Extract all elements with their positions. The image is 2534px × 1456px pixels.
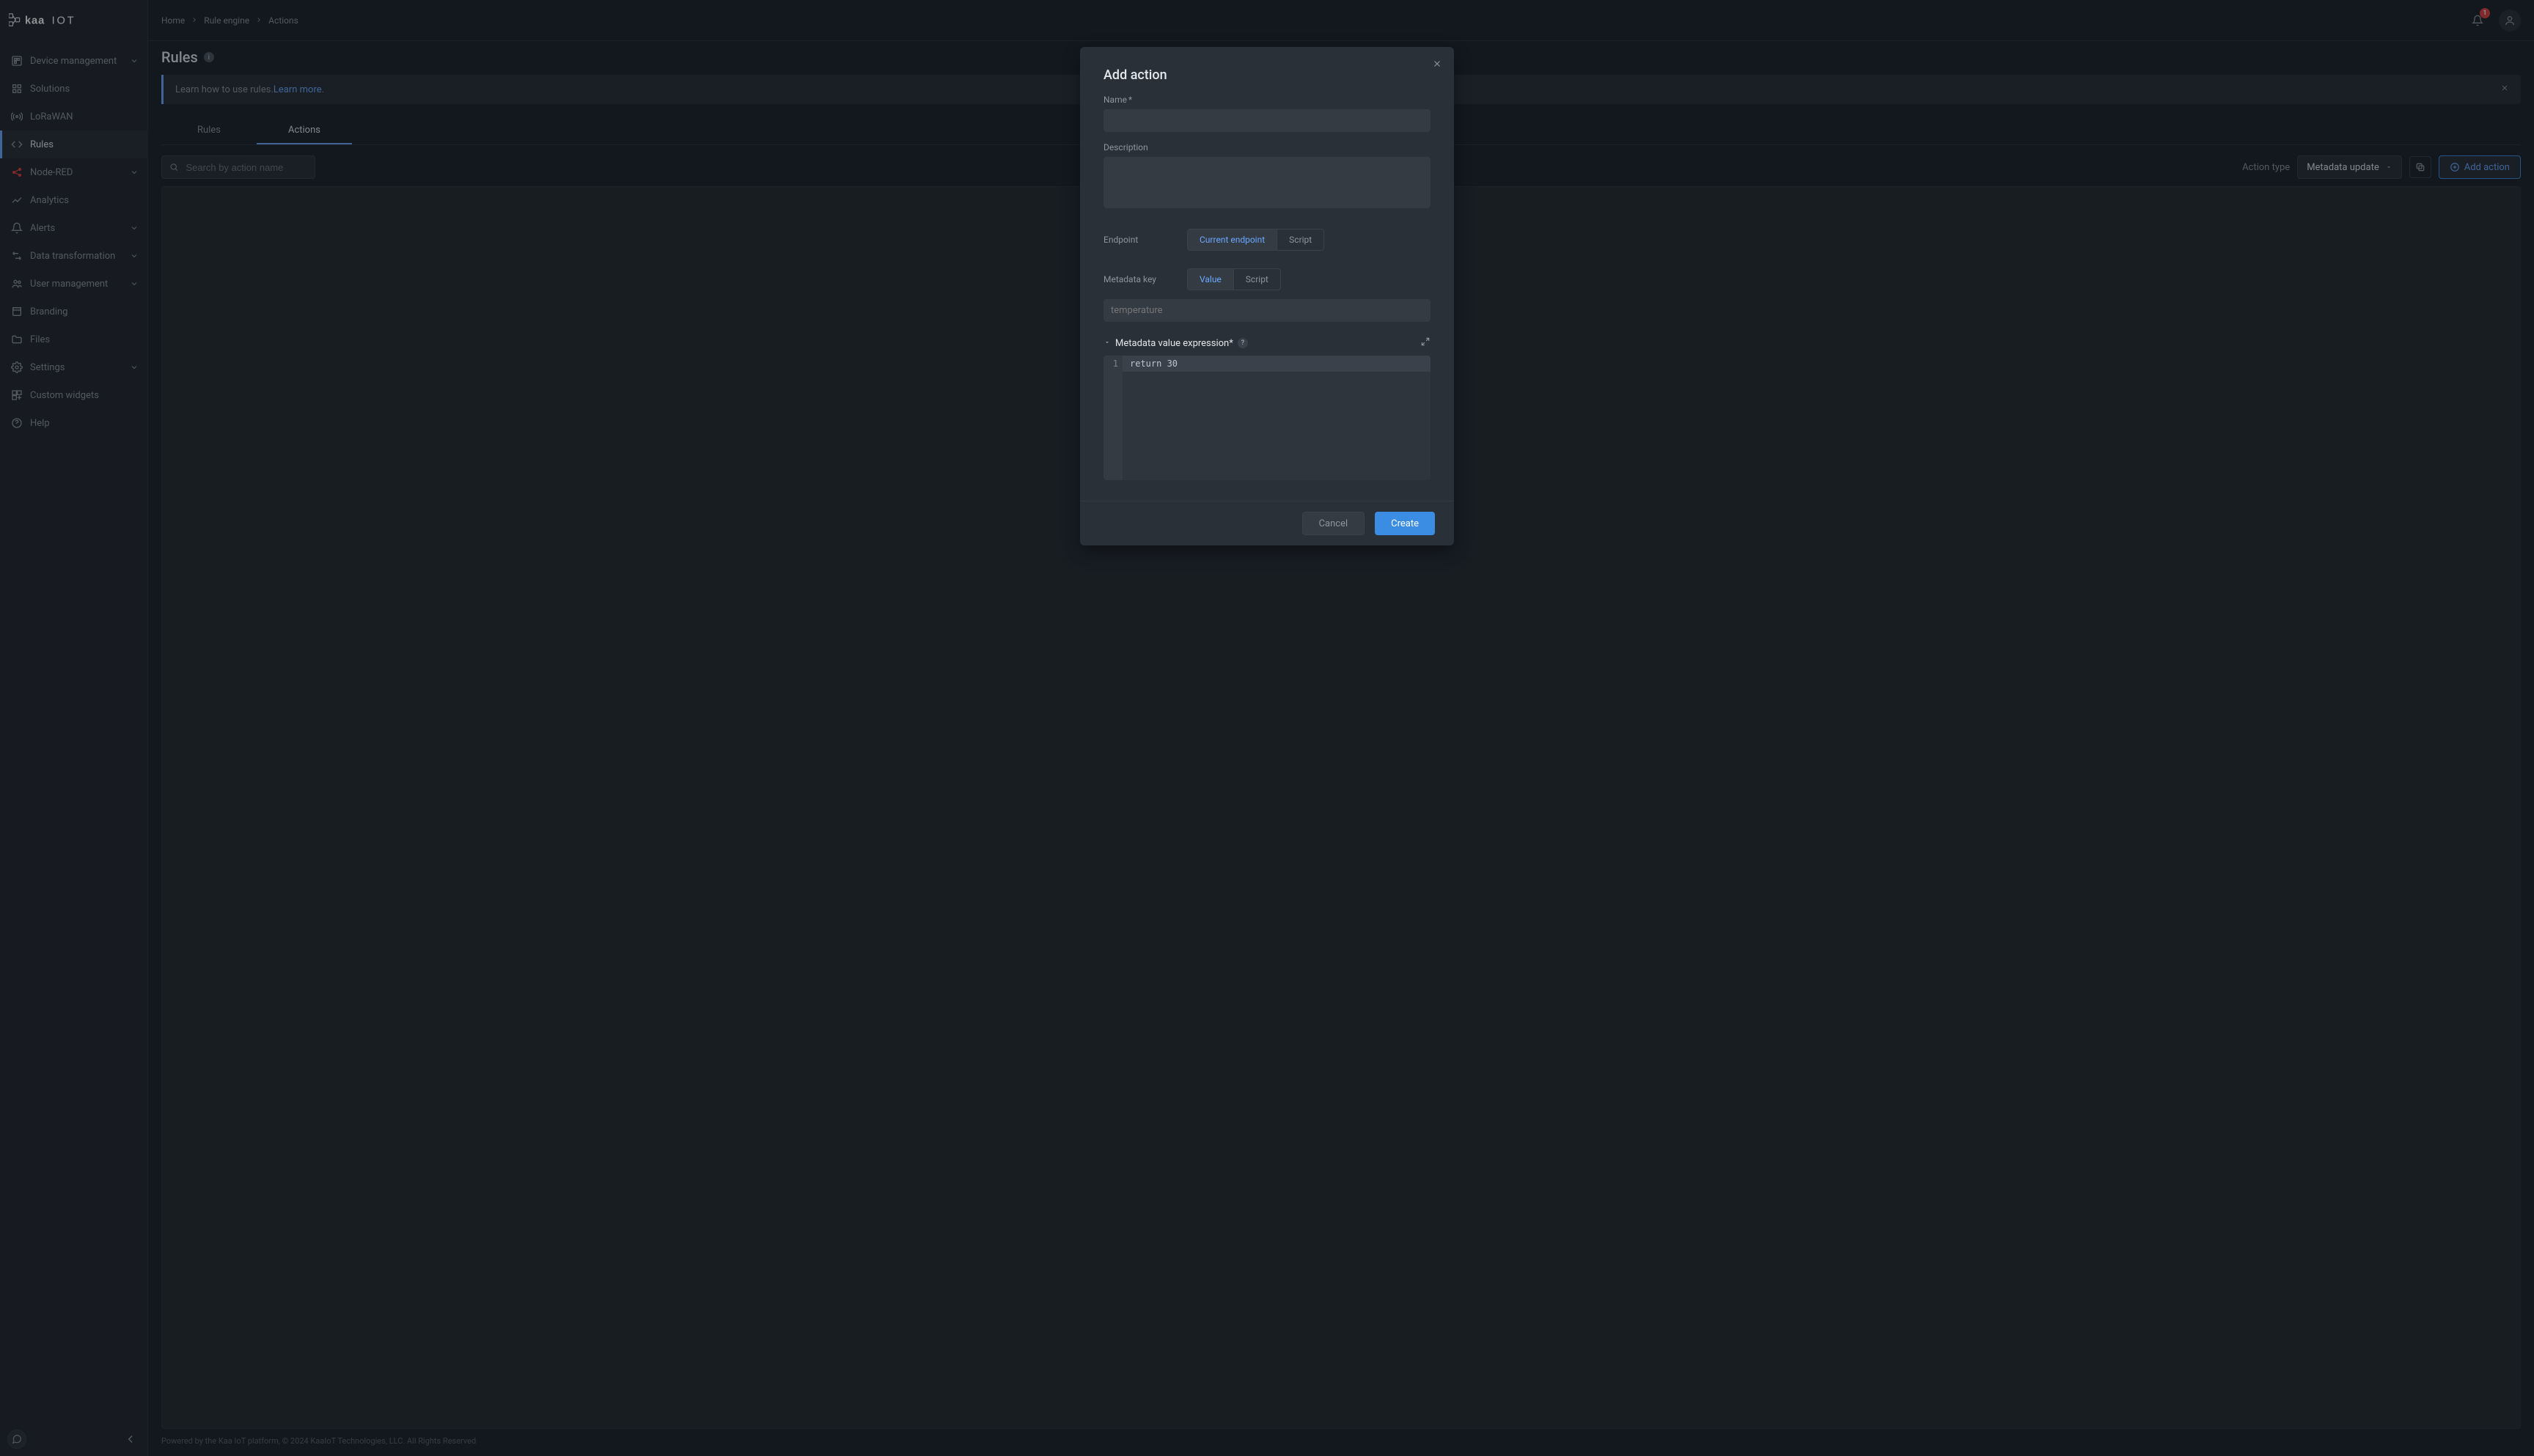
create-button[interactable]: Create <box>1375 512 1435 535</box>
metadata-key-option[interactable]: Value <box>1188 269 1233 290</box>
modal-overlay[interactable]: Add action Name* Description Endpoint Cu… <box>0 0 2534 1456</box>
add-action-modal: Add action Name* Description Endpoint Cu… <box>1080 47 1454 545</box>
caret-down-icon[interactable] <box>1103 338 1111 349</box>
metadata-key-label: Metadata key <box>1103 274 1169 284</box>
expression-label: Metadata value expression* <box>1115 338 1233 349</box>
modal-title: Add action <box>1103 67 1431 83</box>
help-icon[interactable]: ? <box>1238 338 1248 348</box>
code-gutter-line: 1 <box>1103 359 1118 369</box>
metadata-key-input[interactable] <box>1103 299 1431 322</box>
endpoint-segment: Current endpointScript <box>1187 229 1324 251</box>
name-label: Name* <box>1103 95 1431 105</box>
description-label: Description <box>1103 142 1431 152</box>
modal-close-button[interactable] <box>1432 59 1442 72</box>
endpoint-option[interactable]: Current endpoint <box>1188 229 1277 250</box>
metadata-key-segment: ValueScript <box>1187 268 1281 290</box>
metadata-key-option[interactable]: Script <box>1233 269 1280 290</box>
code-line: return 30 <box>1123 356 1431 372</box>
endpoint-label: Endpoint <box>1103 235 1169 245</box>
name-input[interactable] <box>1103 109 1431 132</box>
expand-icon[interactable] <box>1420 337 1431 350</box>
expression-editor[interactable]: 1 return 30 <box>1103 356 1431 480</box>
endpoint-option[interactable]: Script <box>1277 229 1323 250</box>
cancel-button[interactable]: Cancel <box>1302 512 1365 535</box>
description-input[interactable] <box>1103 157 1431 208</box>
